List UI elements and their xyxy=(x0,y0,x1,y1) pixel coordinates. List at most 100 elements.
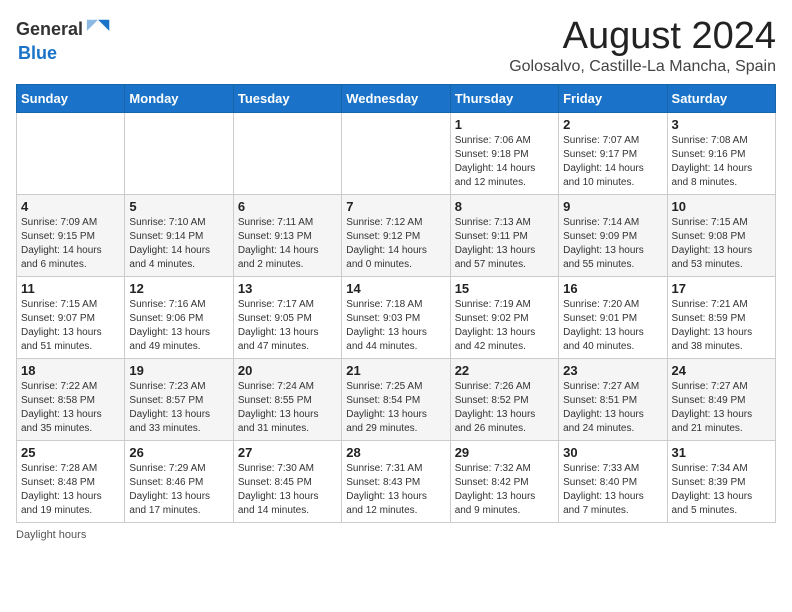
table-cell: 21Sunrise: 7:25 AM Sunset: 8:54 PM Dayli… xyxy=(342,358,450,440)
day-info: Sunrise: 7:22 AM Sunset: 8:58 PM Dayligh… xyxy=(21,380,120,436)
page-header: General Blue August 2024 Golosalvo, Cast… xyxy=(16,16,776,76)
day-info: Sunrise: 7:09 AM Sunset: 9:15 PM Dayligh… xyxy=(21,216,120,272)
week-row-1: 1 Sunrise: 7:06 AM Sunset: 9:18 PM Daylig… xyxy=(17,112,776,194)
table-cell: 13 Sunrise: 7:17 AM Sunset: 9:05 PM Dayli… xyxy=(233,276,341,358)
weekday-header-thursday: Thursday xyxy=(450,84,558,112)
day-info: Sunrise: 7:26 AM Sunset: 8:52 PM Dayligh… xyxy=(455,380,554,436)
table-cell: 10 Sunrise: 7:15 AM Sunset: 9:08 PM Dayli… xyxy=(667,194,775,276)
day-number: 5 xyxy=(129,199,228,214)
day-number: 30 xyxy=(563,445,662,460)
table-cell: 14Sunrise: 7:18 AM Sunset: 9:03 PM Dayli… xyxy=(342,276,450,358)
logo: General Blue xyxy=(16,16,113,64)
table-cell: 8Sunrise: 7:13 AM Sunset: 9:11 PM Daylig… xyxy=(450,194,558,276)
table-cell: 5Sunrise: 7:10 AM Sunset: 9:14 PM Daylig… xyxy=(125,194,233,276)
day-number: 2 xyxy=(563,117,662,132)
day-info: Sunrise: 7:13 AM Sunset: 9:11 PM Dayligh… xyxy=(455,216,554,272)
table-cell: 2Sunrise: 7:07 AM Sunset: 9:17 PM Daylig… xyxy=(559,112,667,194)
table-cell: 26 Sunrise: 7:29 AM Sunset: 8:46 PM Dayli… xyxy=(125,440,233,522)
day-info: Sunrise: 7:06 AM Sunset: 9:18 PM Dayligh… xyxy=(455,134,554,190)
table-cell: 19 Sunrise: 7:23 AM Sunset: 8:57 PM Dayli… xyxy=(125,358,233,440)
day-info: Sunrise: 7:27 AM Sunset: 8:51 PM Dayligh… xyxy=(563,380,662,436)
day-number: 4 xyxy=(21,199,120,214)
table-cell: 31 Sunrise: 7:34 AM Sunset: 8:39 PM Dayli… xyxy=(667,440,775,522)
table-cell: 3 Sunrise: 7:08 AM Sunset: 9:16 PM Daylig… xyxy=(667,112,775,194)
daylight-note: Daylight hours xyxy=(16,529,86,541)
day-info: Sunrise: 7:19 AM Sunset: 9:02 PM Dayligh… xyxy=(455,298,554,354)
day-info: Sunrise: 7:12 AM Sunset: 9:12 PM Dayligh… xyxy=(346,216,445,272)
day-info: Sunrise: 7:17 AM Sunset: 9:05 PM Dayligh… xyxy=(238,298,337,354)
title-block: August 2024 Golosalvo, Castille-La Manch… xyxy=(509,16,776,76)
week-row-3: 11 Sunrise: 7:15 AM Sunset: 9:07 PM Dayli… xyxy=(17,276,776,358)
week-row-4: 18Sunrise: 7:22 AM Sunset: 8:58 PM Dayli… xyxy=(17,358,776,440)
footer-note: Daylight hours xyxy=(16,529,776,541)
day-number: 1 xyxy=(455,117,554,132)
day-info: Sunrise: 7:25 AM Sunset: 8:54 PM Dayligh… xyxy=(346,380,445,436)
day-info: Sunrise: 7:15 AM Sunset: 9:07 PM Dayligh… xyxy=(21,298,120,354)
day-info: Sunrise: 7:14 AM Sunset: 9:09 PM Dayligh… xyxy=(563,216,662,272)
day-info: Sunrise: 7:20 AM Sunset: 9:01 PM Dayligh… xyxy=(563,298,662,354)
weekday-header-friday: Friday xyxy=(559,84,667,112)
day-number: 19 xyxy=(129,363,228,378)
day-info: Sunrise: 7:29 AM Sunset: 8:46 PM Dayligh… xyxy=(129,462,228,518)
day-info: Sunrise: 7:16 AM Sunset: 9:06 PM Dayligh… xyxy=(129,298,228,354)
logo-general-text: General xyxy=(16,20,83,40)
day-info: Sunrise: 7:34 AM Sunset: 8:39 PM Dayligh… xyxy=(672,462,771,518)
table-cell: 4 Sunrise: 7:09 AM Sunset: 9:15 PM Daylig… xyxy=(17,194,125,276)
weekday-header-saturday: Saturday xyxy=(667,84,775,112)
day-number: 23 xyxy=(563,363,662,378)
weekday-header-tuesday: Tuesday xyxy=(233,84,341,112)
table-cell: 12Sunrise: 7:16 AM Sunset: 9:06 PM Dayli… xyxy=(125,276,233,358)
day-number: 22 xyxy=(455,363,554,378)
day-number: 15 xyxy=(455,281,554,296)
day-number: 28 xyxy=(346,445,445,460)
day-info: Sunrise: 7:32 AM Sunset: 8:42 PM Dayligh… xyxy=(455,462,554,518)
table-cell: 11 Sunrise: 7:15 AM Sunset: 9:07 PM Dayli… xyxy=(17,276,125,358)
table-cell: 9 Sunrise: 7:14 AM Sunset: 9:09 PM Daylig… xyxy=(559,194,667,276)
table-cell: 17 Sunrise: 7:21 AM Sunset: 8:59 PM Dayli… xyxy=(667,276,775,358)
day-number: 27 xyxy=(238,445,337,460)
day-number: 9 xyxy=(563,199,662,214)
day-info: Sunrise: 7:27 AM Sunset: 8:49 PM Dayligh… xyxy=(672,380,771,436)
table-cell: 24 Sunrise: 7:27 AM Sunset: 8:49 PM Dayli… xyxy=(667,358,775,440)
day-info: Sunrise: 7:23 AM Sunset: 8:57 PM Dayligh… xyxy=(129,380,228,436)
logo-blue-text: Blue xyxy=(18,43,57,63)
day-number: 11 xyxy=(21,281,120,296)
day-info: Sunrise: 7:31 AM Sunset: 8:43 PM Dayligh… xyxy=(346,462,445,518)
week-row-2: 4 Sunrise: 7:09 AM Sunset: 9:15 PM Daylig… xyxy=(17,194,776,276)
weekday-header-sunday: Sunday xyxy=(17,84,125,112)
table-cell: 1 Sunrise: 7:06 AM Sunset: 9:18 PM Daylig… xyxy=(450,112,558,194)
day-number: 29 xyxy=(455,445,554,460)
day-number: 3 xyxy=(672,117,771,132)
day-number: 20 xyxy=(238,363,337,378)
month-year-title: August 2024 xyxy=(509,16,776,58)
day-number: 10 xyxy=(672,199,771,214)
weekday-header-wednesday: Wednesday xyxy=(342,84,450,112)
day-info: Sunrise: 7:21 AM Sunset: 8:59 PM Dayligh… xyxy=(672,298,771,354)
day-info: Sunrise: 7:11 AM Sunset: 9:13 PM Dayligh… xyxy=(238,216,337,272)
day-info: Sunrise: 7:08 AM Sunset: 9:16 PM Dayligh… xyxy=(672,134,771,190)
location-subtitle: Golosalvo, Castille-La Mancha, Spain xyxy=(509,58,776,76)
table-cell: 16 Sunrise: 7:20 AM Sunset: 9:01 PM Dayli… xyxy=(559,276,667,358)
day-number: 17 xyxy=(672,281,771,296)
table-cell: 15 Sunrise: 7:19 AM Sunset: 9:02 PM Dayli… xyxy=(450,276,558,358)
day-number: 16 xyxy=(563,281,662,296)
day-number: 24 xyxy=(672,363,771,378)
table-cell xyxy=(342,112,450,194)
week-row-5: 25Sunrise: 7:28 AM Sunset: 8:48 PM Dayli… xyxy=(17,440,776,522)
day-number: 26 xyxy=(129,445,228,460)
day-info: Sunrise: 7:15 AM Sunset: 9:08 PM Dayligh… xyxy=(672,216,771,272)
day-info: Sunrise: 7:28 AM Sunset: 8:48 PM Dayligh… xyxy=(21,462,120,518)
table-cell: 30Sunrise: 7:33 AM Sunset: 8:40 PM Dayli… xyxy=(559,440,667,522)
day-number: 13 xyxy=(238,281,337,296)
day-number: 31 xyxy=(672,445,771,460)
table-cell: 25Sunrise: 7:28 AM Sunset: 8:48 PM Dayli… xyxy=(17,440,125,522)
day-number: 14 xyxy=(346,281,445,296)
table-cell: 18Sunrise: 7:22 AM Sunset: 8:58 PM Dayli… xyxy=(17,358,125,440)
table-cell: 7Sunrise: 7:12 AM Sunset: 9:12 PM Daylig… xyxy=(342,194,450,276)
table-cell: 22 Sunrise: 7:26 AM Sunset: 8:52 PM Dayli… xyxy=(450,358,558,440)
table-cell: 20Sunrise: 7:24 AM Sunset: 8:55 PM Dayli… xyxy=(233,358,341,440)
table-cell: 28 Sunrise: 7:31 AM Sunset: 8:43 PM Dayli… xyxy=(342,440,450,522)
table-cell: 23 Sunrise: 7:27 AM Sunset: 8:51 PM Dayli… xyxy=(559,358,667,440)
weekday-header-row: SundayMondayTuesdayWednesdayThursdayFrid… xyxy=(17,84,776,112)
table-cell xyxy=(125,112,233,194)
